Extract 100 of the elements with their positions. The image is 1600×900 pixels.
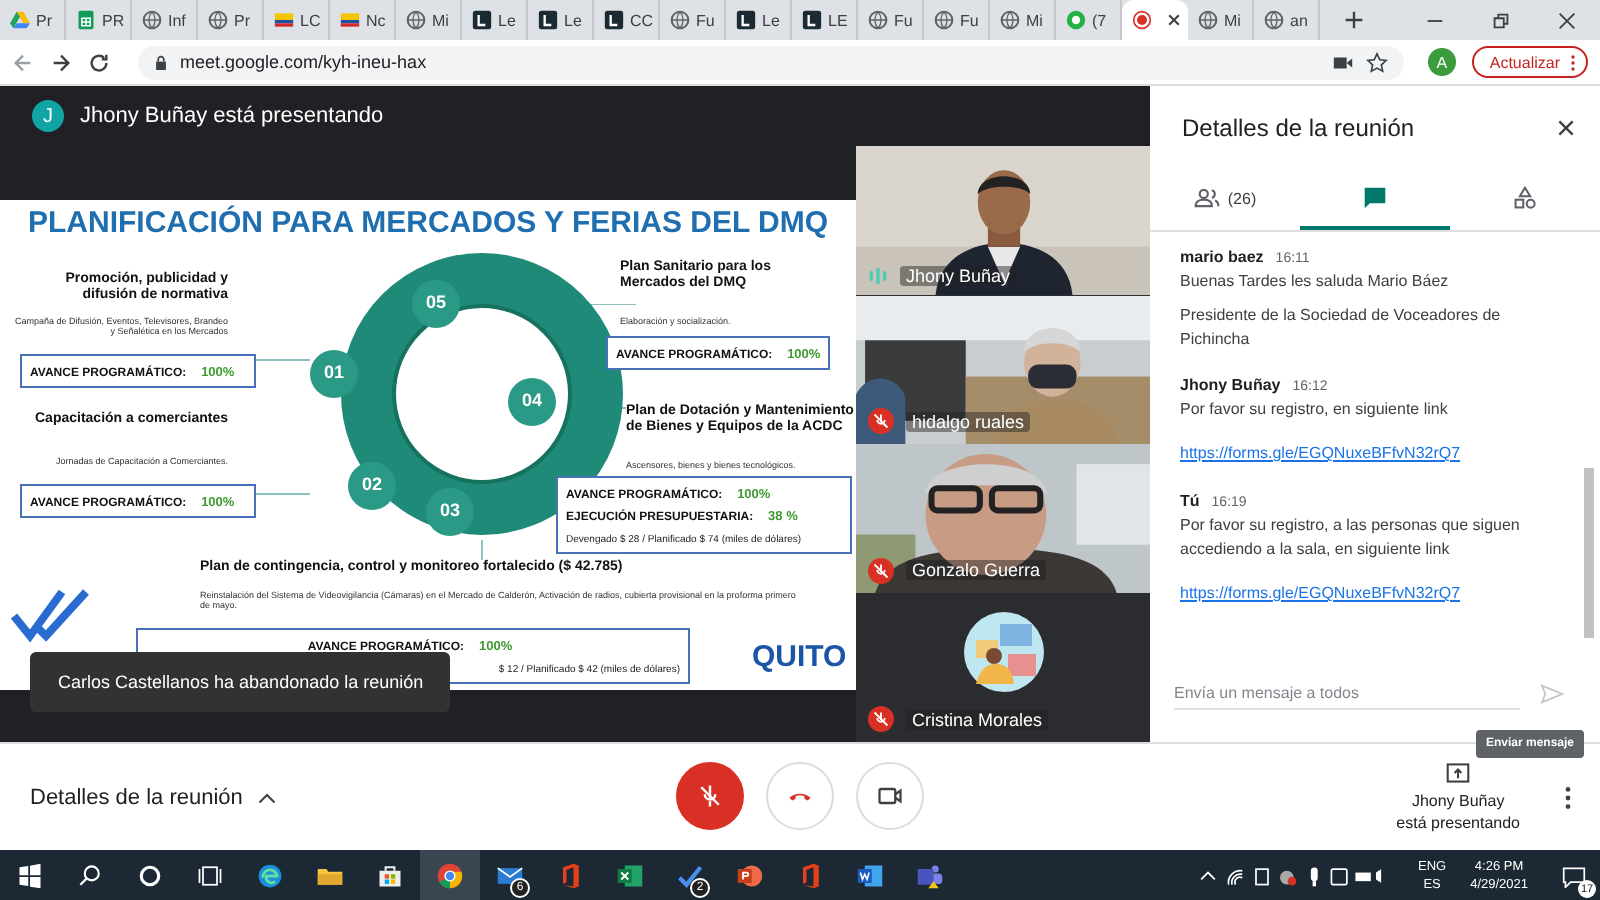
square-icon bbox=[538, 10, 558, 30]
lock-icon bbox=[154, 53, 168, 71]
presenter-banner-text: Jhony Buñay está presentando bbox=[80, 104, 384, 128]
meeting-details-link[interactable]: Detalles de la reunión bbox=[30, 785, 243, 809]
sender-name: Jhony Buñay bbox=[1180, 376, 1281, 394]
square-icon bbox=[472, 10, 492, 30]
panel-title: Detalles de la reunión bbox=[1182, 114, 1417, 142]
chat-icon bbox=[1362, 186, 1388, 210]
swirl-icon bbox=[256, 862, 284, 890]
sender-name: Tú bbox=[1180, 492, 1200, 510]
spreadsheet-icon bbox=[76, 10, 96, 30]
camera-icon bbox=[876, 782, 904, 810]
slide-title: PLANIFICACIÓN PARA MERCADOS Y FERIAS DEL DMQ bbox=[25, 205, 831, 239]
segment-number: 01 bbox=[321, 361, 346, 381]
browser-tab[interactable]: Mi bbox=[1188, 0, 1254, 40]
participant-name: Gonzalo Guerra bbox=[906, 560, 1047, 580]
close-icon[interactable] bbox=[1556, 9, 1578, 31]
presenter-avatar: J bbox=[32, 100, 64, 132]
app-icon bbox=[856, 862, 884, 890]
message-text: Por favor su registro, en siguiente link bbox=[1180, 398, 1450, 422]
globe-icon bbox=[208, 10, 228, 30]
browser-tab[interactable]: Pr bbox=[0, 0, 66, 40]
browser-tab[interactable]: LE bbox=[792, 0, 858, 40]
message-link[interactable]: https://forms.gle/EGQNuxeBFfvN32rQ7 bbox=[1180, 584, 1461, 602]
segment-number: 03 bbox=[437, 499, 462, 519]
browser-tab[interactable]: Le bbox=[462, 0, 528, 40]
notification-toast: Carlos Castellanos ha abandonado la reunión bbox=[30, 652, 450, 712]
browser-tab[interactable]: LC bbox=[264, 0, 330, 40]
browser-tab[interactable]: Pr bbox=[198, 0, 264, 40]
browser-tab[interactable]: Le bbox=[726, 0, 792, 40]
square-icon bbox=[736, 10, 756, 30]
back-icon[interactable] bbox=[12, 51, 34, 73]
square-icon bbox=[604, 10, 624, 30]
leader-line bbox=[481, 538, 483, 559]
browser-tab[interactable]: Inf bbox=[132, 0, 198, 40]
globe-icon bbox=[670, 10, 690, 30]
presenting-label: está presentando bbox=[1396, 811, 1520, 833]
participant-name: Cristina Morales bbox=[906, 709, 1049, 729]
task-view-icon bbox=[196, 862, 224, 890]
more-icon[interactable] bbox=[1570, 53, 1576, 71]
message-text: Buenas Tardes les saluda Mario Báez bbox=[1180, 270, 1451, 294]
browser-tab[interactable]: Fu bbox=[924, 0, 990, 40]
sender-name: mario baez bbox=[1180, 248, 1264, 266]
record-icon bbox=[1132, 10, 1152, 30]
forward-icon[interactable] bbox=[50, 51, 72, 73]
search-icon bbox=[76, 862, 104, 890]
globe-icon bbox=[1000, 10, 1020, 30]
app-icon bbox=[736, 862, 764, 890]
browser-tab[interactable]: Le bbox=[528, 0, 594, 40]
more-icon[interactable] bbox=[1564, 785, 1572, 809]
camera-button[interactable] bbox=[856, 762, 924, 830]
globe-icon bbox=[868, 10, 888, 30]
shapes-icon bbox=[1512, 186, 1538, 210]
browser-tab[interactable]: Nc bbox=[330, 0, 396, 40]
browser-tab[interactable]: an bbox=[1254, 0, 1320, 40]
panel-tab[interactable]: (26) bbox=[1150, 170, 1300, 230]
city-logo: QUITO bbox=[752, 639, 847, 673]
message-text: Por favor su registro, a las personas que siguen accediendo a la sala, en siguiente link bbox=[1180, 514, 1522, 562]
message-text: Presidente de la Sociedad de Voceadores de Pichincha bbox=[1180, 304, 1503, 352]
bag-icon bbox=[376, 862, 404, 890]
message-input[interactable]: Envía un mensaje a todos bbox=[1174, 678, 1520, 710]
new-tab-icon[interactable] bbox=[1344, 10, 1364, 30]
restore-icon[interactable] bbox=[1490, 9, 1512, 31]
triangle-icon bbox=[10, 10, 30, 30]
profile-avatar[interactable]: A bbox=[1427, 48, 1456, 76]
people-icon bbox=[1193, 186, 1220, 210]
browser-tab[interactable]: Mi bbox=[990, 0, 1056, 40]
globe-icon bbox=[142, 10, 162, 30]
browser-tab[interactable] bbox=[1122, 0, 1188, 40]
browser-tab[interactable]: Fu bbox=[858, 0, 924, 40]
close-icon[interactable] bbox=[1166, 12, 1182, 28]
message-link[interactable]: https://forms.gle/EGQNuxeBFfvN32rQ7 bbox=[1180, 444, 1461, 462]
circle-icon bbox=[1066, 10, 1086, 30]
flag-icon bbox=[274, 10, 294, 30]
update-button[interactable]: Actualizar bbox=[1471, 46, 1588, 78]
browser-tab[interactable]: CC bbox=[594, 0, 660, 40]
presenting-label: Jhony Buñay bbox=[1411, 789, 1505, 811]
mic-off-icon bbox=[696, 782, 724, 810]
star-icon[interactable] bbox=[1365, 51, 1388, 73]
browser-tab[interactable]: PR bbox=[66, 0, 132, 40]
segment-number: 05 bbox=[423, 291, 448, 311]
address-bar[interactable]: meet.google.com/kyh-ineu-hax bbox=[138, 45, 1404, 79]
square-icon bbox=[802, 10, 822, 30]
globe-icon bbox=[406, 10, 426, 30]
segment-number: 02 bbox=[359, 473, 384, 493]
close-icon[interactable] bbox=[1556, 118, 1576, 138]
envelope-icon bbox=[496, 862, 524, 890]
speech-bubble-icon bbox=[1562, 865, 1586, 887]
browser-tab[interactable]: Mi bbox=[396, 0, 462, 40]
present-screen-icon[interactable] bbox=[1446, 761, 1471, 783]
browser-tab[interactable]: Fu bbox=[660, 0, 726, 40]
segment-number: 04 bbox=[519, 389, 544, 409]
flag-icon bbox=[340, 10, 360, 30]
caret-icon[interactable] bbox=[258, 791, 277, 803]
globe-icon bbox=[1198, 10, 1218, 30]
people-icon bbox=[916, 862, 944, 890]
reload-icon[interactable] bbox=[88, 51, 110, 73]
microphone-button[interactable] bbox=[676, 762, 744, 830]
globe-icon bbox=[934, 10, 954, 30]
url-text: meet.google.com/kyh-ineu-hax bbox=[180, 52, 427, 72]
